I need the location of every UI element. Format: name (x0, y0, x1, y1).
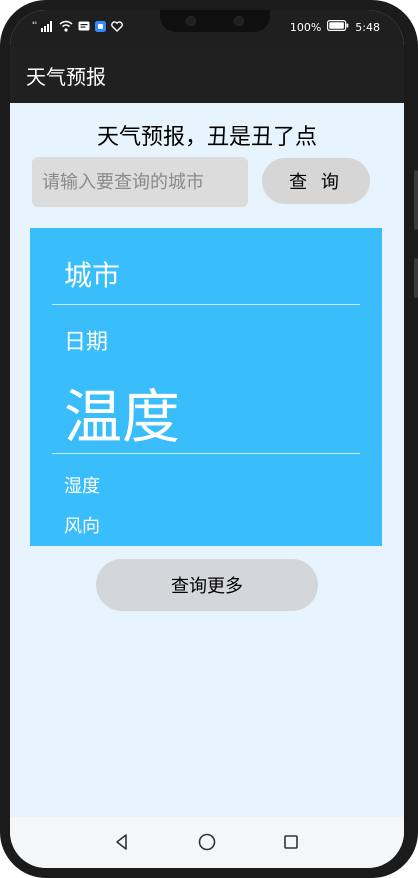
sensor-icon (234, 16, 244, 26)
query-button[interactable]: 查 询 (262, 158, 370, 204)
humidity-label: 湿度 (64, 476, 100, 497)
recents-icon[interactable] (278, 829, 304, 855)
battery-icon (327, 20, 349, 34)
main-content: 天气预报，丑是丑了点 查 询 城市 日期 温度 湿度 风向 查询更多 (10, 103, 404, 823)
battery-percent: 100% (289, 20, 322, 34)
screen: ⁴⁶ 100% 5:48 天气预报 天气预报，丑是丑了点 请输入要查询的城市 查… (10, 10, 404, 868)
notification-icon (78, 21, 90, 34)
date-label: 日期 (64, 330, 109, 355)
page-heading: 天气预报，丑是丑了点 (96, 125, 317, 150)
app-bar: 天气预报 (10, 46, 404, 103)
power-button (414, 258, 418, 298)
divider (52, 453, 360, 454)
status-bar: ⁴⁶ 100% 5:48 (10, 10, 404, 46)
heart-icon (111, 20, 123, 35)
phone-frame: ⁴⁶ 100% 5:48 天气预报 天气预报，丑是丑了点 请输入要查询的城市 查… (0, 0, 418, 878)
svg-text:⁴⁶: ⁴⁶ (32, 21, 37, 28)
city-label: 城市 (64, 259, 121, 292)
city-search-input[interactable] (32, 157, 248, 207)
temperature-label: 温度 (64, 383, 181, 451)
camera-icon (186, 16, 196, 26)
weather-card: 城市 日期 温度 湿度 风向 (30, 228, 382, 546)
app-title: 天气预报 (26, 65, 106, 89)
status-icons-left: ⁴⁶ (32, 20, 123, 35)
app-badge-icon (95, 20, 106, 35)
clock: 5:48 (355, 20, 380, 34)
query-more-button[interactable]: 查询更多 (96, 559, 318, 611)
wind-label: 风向 (64, 516, 100, 537)
camera-notch (160, 10, 270, 32)
signal-icon: ⁴⁶ (32, 20, 54, 35)
back-icon[interactable] (109, 829, 135, 855)
system-nav-bar (10, 817, 404, 868)
status-icons-right: 100% 5:48 (290, 20, 380, 34)
home-icon[interactable] (194, 829, 220, 855)
divider (52, 304, 360, 305)
wifi-icon (59, 20, 73, 35)
volume-button (414, 170, 418, 230)
